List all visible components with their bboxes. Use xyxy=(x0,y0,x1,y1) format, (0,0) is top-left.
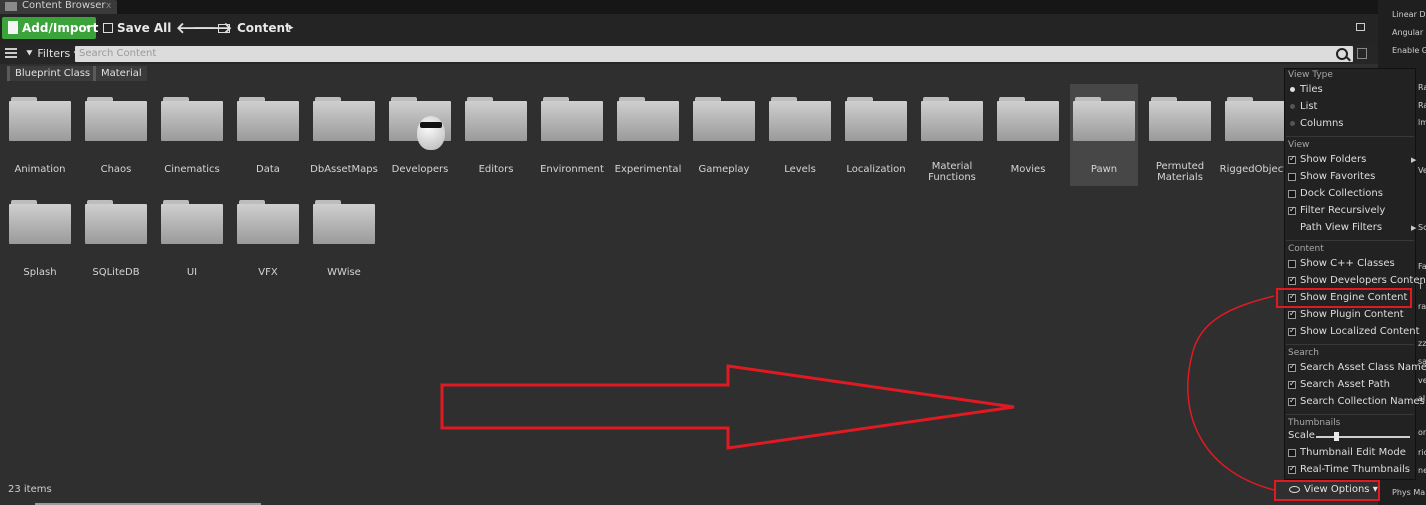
annotation-overlay xyxy=(440,295,1275,491)
annotation-curve xyxy=(1187,295,1275,491)
annotation-arrow xyxy=(440,364,1015,450)
